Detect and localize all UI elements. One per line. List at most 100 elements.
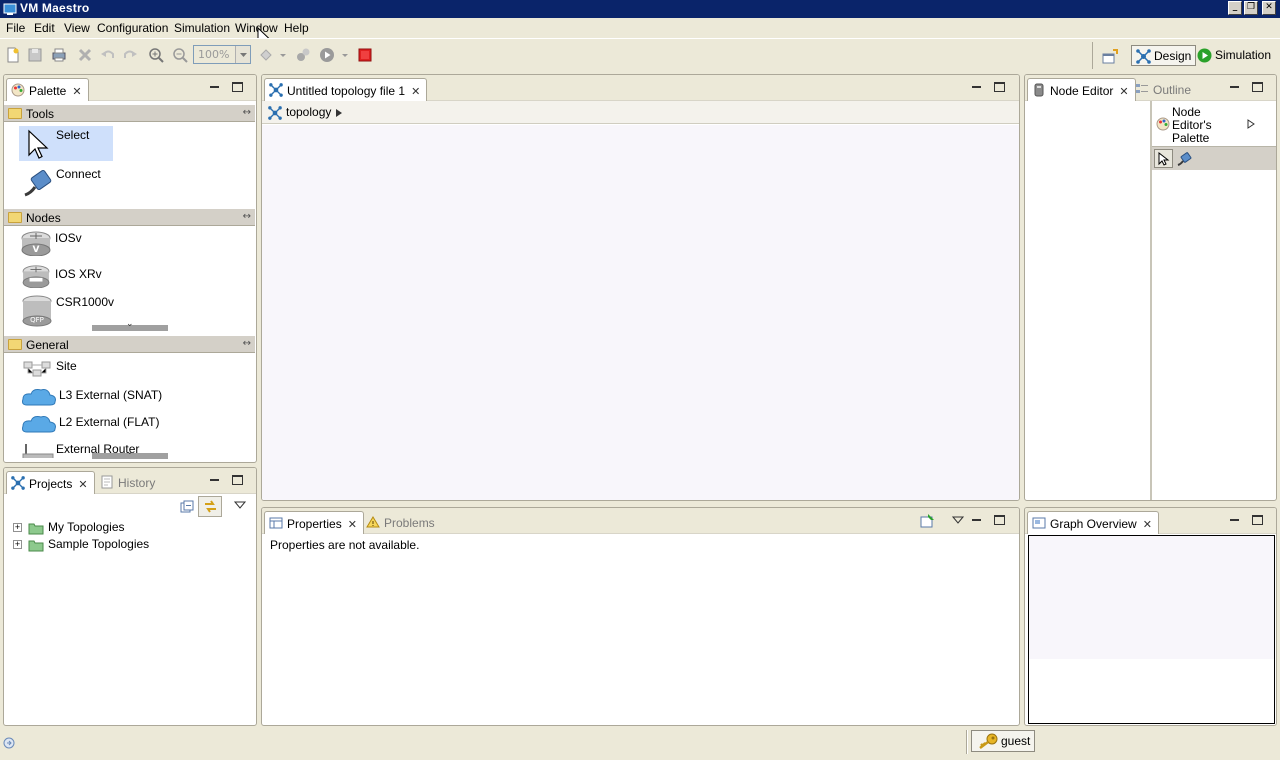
delete-icon[interactable] — [77, 47, 93, 63]
close-icon[interactable]: ✕ — [1119, 85, 1128, 98]
tab-graph-overview[interactable]: Graph Overview ✕ — [1027, 511, 1159, 534]
graph-overview-viewport[interactable] — [1029, 536, 1274, 659]
item-label: L3 External (SNAT) — [59, 388, 163, 402]
pin-icon[interactable]: ↔ — [243, 338, 251, 349]
palette-item-csr1000v[interactable]: QFP CSR1000v — [19, 293, 139, 327]
palette-item-ios-xrv[interactable]: IOS XRv — [19, 264, 139, 290]
tab-properties[interactable]: Properties ✕ — [264, 511, 364, 534]
pin-view-icon[interactable] — [919, 513, 935, 529]
folder-icon — [8, 212, 22, 223]
menu-simulation[interactable]: Simulation — [174, 21, 230, 35]
minimize-icon[interactable] — [209, 81, 221, 93]
cable-icon[interactable] — [1176, 151, 1192, 167]
tab-palette-label: Palette — [29, 84, 67, 98]
maximize-icon[interactable] — [1252, 515, 1263, 525]
layout-icon[interactable] — [258, 47, 274, 63]
palette-drawer-nodes[interactable]: Nodes ↔ — [4, 208, 255, 226]
palette-drawer-tools[interactable]: Tools ↔ — [4, 104, 255, 122]
minimize-icon[interactable] — [971, 514, 983, 526]
maximize-icon[interactable] — [994, 515, 1005, 525]
close-window-button[interactable]: ✕ — [1262, 1, 1276, 15]
palette-drawer-general[interactable]: General ↔ — [4, 335, 255, 353]
close-icon[interactable]: ✕ — [411, 85, 420, 98]
zoom-out-icon[interactable] — [172, 47, 188, 63]
palette-item-connect[interactable]: Connect — [19, 165, 139, 201]
palette-item-l2-external[interactable]: L2 External (FLAT) — [19, 412, 169, 436]
minimize-icon[interactable] — [1229, 81, 1241, 93]
stop-simulation-icon[interactable] — [357, 47, 373, 63]
save-icon[interactable] — [27, 47, 43, 63]
chevron-down-icon[interactable] — [235, 46, 250, 63]
menu-file[interactable]: File — [6, 21, 25, 35]
close-icon[interactable]: ✕ — [78, 478, 87, 491]
palette-item-l3-external[interactable]: L3 External (SNAT) — [19, 385, 169, 409]
expand-icon[interactable]: + — [13, 523, 22, 533]
link-with-editor-button[interactable] — [198, 496, 222, 517]
item-label: Connect — [56, 167, 101, 181]
maximize-icon[interactable] — [232, 82, 243, 92]
view-menu-icon[interactable] — [952, 515, 964, 525]
user-name: guest — [1001, 734, 1031, 748]
general-scroll-down[interactable] — [92, 447, 168, 459]
nodes-scroll-down[interactable] — [92, 319, 168, 331]
tab-topology-file[interactable]: Untitled topology file 1 ✕ — [264, 78, 428, 101]
tab-history-label: History — [118, 476, 156, 490]
tab-outline[interactable]: Outline — [1131, 78, 1197, 101]
palette-item-select[interactable]: Select — [19, 126, 113, 161]
new-file-icon[interactable] — [5, 47, 21, 63]
maximize-icon[interactable] — [1252, 82, 1263, 92]
palette-item-iosv[interactable]: V IOSv — [19, 230, 139, 260]
tab-problems[interactable]: Problems — [362, 511, 441, 534]
open-perspective-icon[interactable] — [1102, 49, 1118, 65]
expand-icon[interactable]: + — [13, 540, 22, 550]
user-badge[interactable]: guest — [971, 730, 1035, 752]
pin-icon[interactable]: ↔ — [243, 107, 251, 118]
tree-item-sample-topologies[interactable]: + Sample Topologies — [13, 537, 149, 552]
run-simulation-icon[interactable] — [319, 47, 335, 63]
tab-projects[interactable]: Projects ✕ — [6, 471, 95, 494]
close-icon[interactable]: ✕ — [72, 85, 81, 98]
menu-edit[interactable]: Edit — [34, 21, 55, 35]
menu-help[interactable]: Help — [284, 21, 309, 35]
simulation-perspective-button[interactable]: Simulation — [1193, 45, 1275, 66]
tree-item-my-topologies[interactable]: + My Topologies — [13, 520, 125, 535]
status-info-icon[interactable] — [3, 737, 15, 749]
topology-canvas[interactable] — [262, 125, 1019, 500]
zoom-in-icon[interactable] — [148, 47, 164, 63]
undo-icon[interactable] — [100, 47, 116, 63]
tab-history[interactable]: History — [96, 471, 161, 494]
breadcrumb-topology[interactable]: topology — [286, 105, 331, 119]
history-icon — [101, 475, 113, 489]
palette-header: Palette ✕ — [4, 75, 256, 101]
graph-overview-frame[interactable] — [1028, 535, 1275, 724]
layout-dropdown-icon[interactable] — [278, 47, 288, 63]
close-icon[interactable]: ✕ — [348, 518, 357, 531]
chevron-right-icon[interactable] — [1247, 119, 1255, 129]
chevron-right-icon[interactable] — [335, 108, 343, 118]
tab-node-editor[interactable]: Node Editor ✕ — [1027, 78, 1136, 101]
run-dropdown-icon[interactable] — [340, 47, 350, 63]
collapse-all-icon[interactable] — [180, 500, 194, 514]
view-menu-icon[interactable] — [234, 500, 246, 510]
minimize-icon[interactable] — [1229, 514, 1241, 526]
print-icon[interactable] — [51, 47, 67, 63]
minimize-icon[interactable] — [209, 474, 221, 486]
menu-configuration[interactable]: Configuration — [97, 21, 168, 35]
build-initial-configs-icon[interactable] — [295, 47, 311, 63]
window-title: VM Maestro — [20, 1, 90, 15]
maximize-icon[interactable] — [232, 475, 243, 485]
redo-icon[interactable] — [122, 47, 138, 63]
tab-palette[interactable]: Palette ✕ — [6, 78, 89, 101]
zoom-combo[interactable]: 100% — [193, 45, 251, 64]
minimize-icon[interactable] — [971, 81, 983, 93]
menu-view[interactable]: View — [64, 21, 90, 35]
maximize-icon[interactable] — [994, 82, 1005, 92]
palette-item-site[interactable]: Site — [19, 357, 139, 381]
select-tool-button[interactable] — [1154, 149, 1173, 168]
restore-window-button[interactable]: ❐ — [1244, 1, 1258, 15]
minimize-window-button[interactable]: _ — [1228, 1, 1242, 15]
pin-icon[interactable]: ↔ — [243, 211, 251, 222]
node-editor-palette-header[interactable]: Node Editor's Palette — [1152, 101, 1276, 145]
design-perspective-button[interactable]: Design — [1131, 45, 1197, 66]
close-icon[interactable]: ✕ — [1143, 518, 1152, 531]
